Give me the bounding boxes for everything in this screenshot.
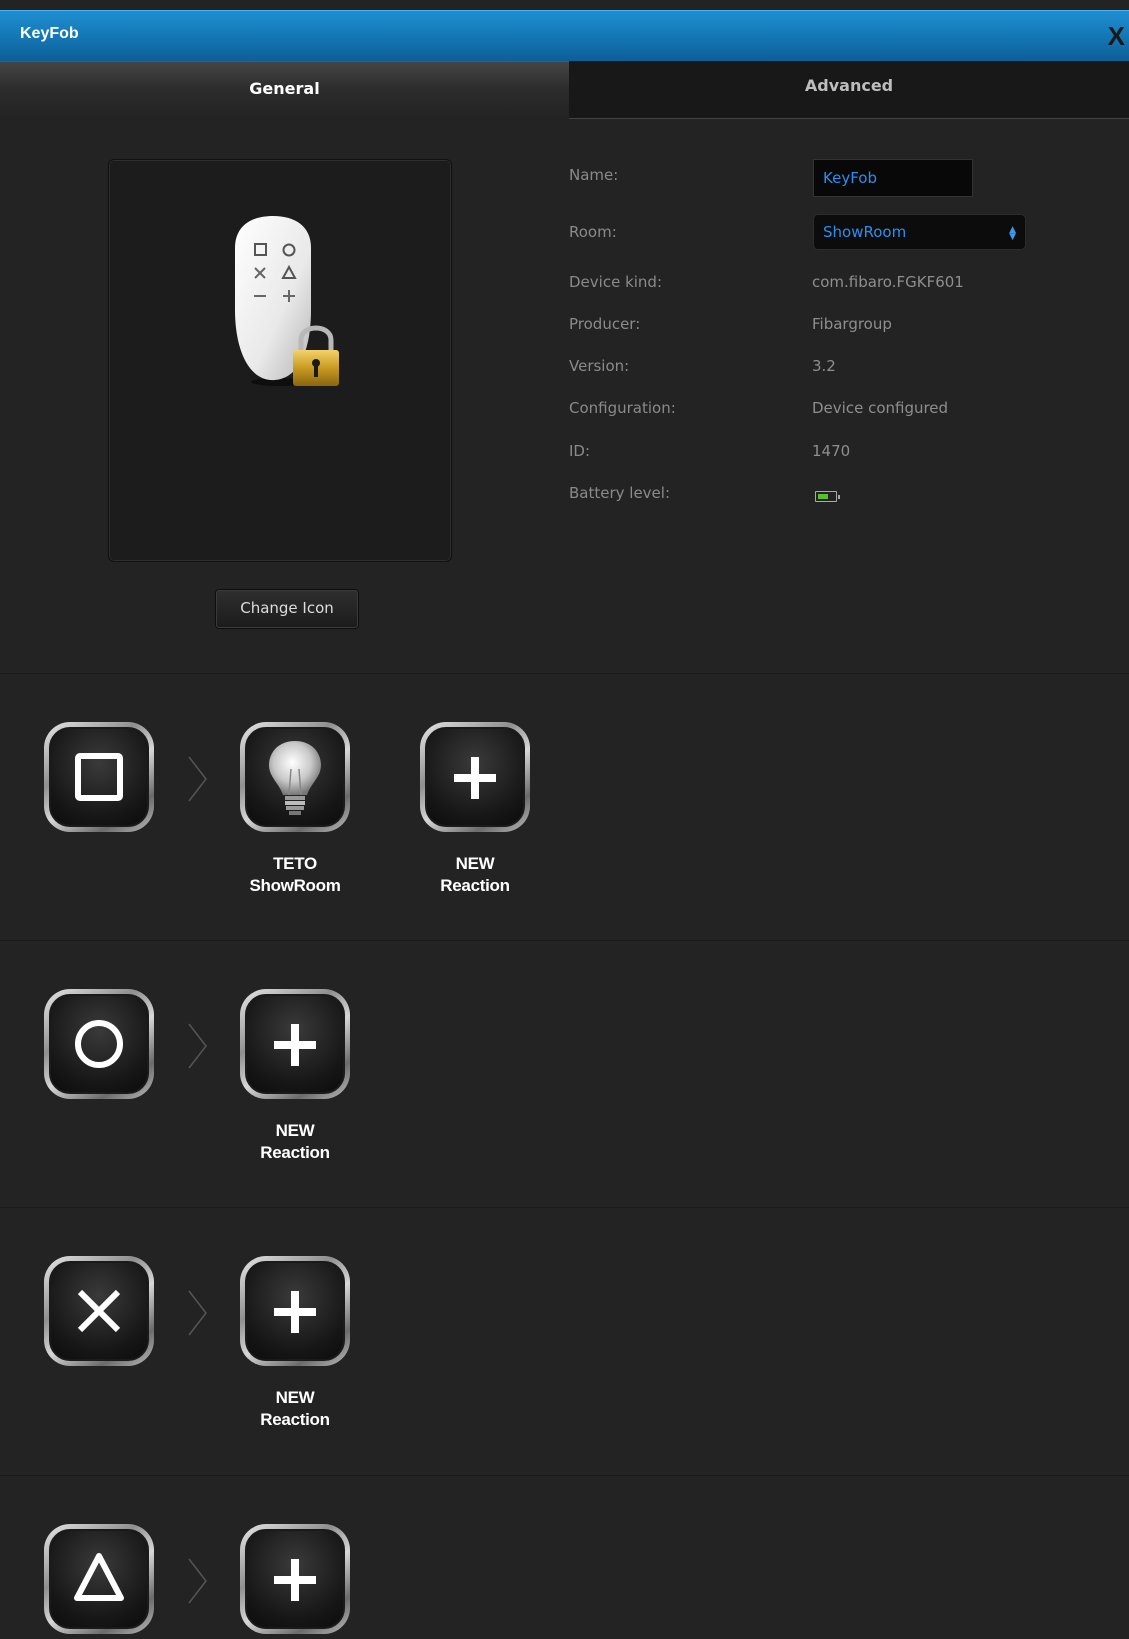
id-label: ID:: [569, 442, 591, 460]
property-battery-row: Battery level:: [569, 478, 1129, 518]
square-icon: [75, 753, 123, 801]
property-device-kind-row: Device kind: com.fibaro.FGKF601: [569, 267, 1129, 307]
section-divider: [0, 1207, 1129, 1208]
reaction-room: ShowRoom: [249, 876, 341, 895]
room-label: Room:: [569, 223, 617, 241]
battery-icon: [815, 491, 840, 502]
producer-value: Fibargroup: [812, 315, 892, 333]
reaction-teto-button[interactable]: [240, 722, 350, 832]
plus-icon: [274, 1559, 316, 1601]
battery-label: Battery level:: [569, 484, 671, 502]
reaction-teto-label: TETO ShowRoom: [215, 853, 375, 897]
circle-icon: [75, 1020, 123, 1068]
property-producer-row: Producer: Fibargroup: [569, 309, 1129, 349]
cross-icon: [77, 1289, 121, 1333]
id-value: 1470: [812, 442, 851, 460]
tab-advanced[interactable]: Advanced: [569, 61, 1129, 119]
tab-general-label: General: [249, 79, 320, 98]
version-value: 3.2: [812, 357, 836, 375]
chevron-right-icon: [188, 1290, 207, 1336]
property-name-row: Name:: [569, 159, 1129, 200]
room-select-value: ShowRoom: [823, 223, 907, 241]
section-divider: [0, 673, 1129, 674]
room-select[interactable]: ShowRoom ▲ ▼: [813, 214, 1026, 250]
new-reaction-label: NEW Reaction: [215, 1387, 375, 1431]
property-version-row: Version: 3.2: [569, 351, 1129, 391]
chevron-right-icon: [188, 1023, 207, 1069]
device-icon-panel: [108, 159, 452, 562]
new-reaction-line2: Reaction: [260, 1410, 330, 1429]
plus-icon: [274, 1291, 316, 1333]
version-label: Version:: [569, 357, 630, 375]
triangle-icon: [74, 1553, 124, 1601]
close-button[interactable]: X: [1108, 23, 1125, 49]
configuration-value: Device configured: [812, 399, 949, 417]
section-divider: [0, 940, 1129, 941]
trigger-square-button[interactable]: [44, 722, 154, 832]
device-kind-value: com.fibaro.FGKF601: [812, 273, 964, 291]
plus-icon: [274, 1024, 316, 1066]
name-input[interactable]: [813, 159, 973, 197]
tab-bar: General Advanced: [0, 61, 1129, 120]
trigger-cross-button[interactable]: [44, 1256, 154, 1366]
new-reaction-button[interactable]: [240, 1524, 350, 1634]
trigger-triangle-button[interactable]: [44, 1524, 154, 1634]
configuration-label: Configuration:: [569, 399, 676, 417]
producer-label: Producer:: [569, 315, 641, 333]
property-configuration-row: Configuration: Device configured: [569, 393, 1129, 433]
new-reaction-button[interactable]: [240, 1256, 350, 1366]
new-reaction-line1: NEW: [275, 1388, 315, 1407]
window-titlebar: KeyFob X: [0, 10, 1129, 61]
new-reaction-line2: Reaction: [440, 876, 510, 895]
new-reaction-line2: Reaction: [260, 1143, 330, 1162]
new-reaction-line1: NEW: [275, 1121, 315, 1140]
name-label: Name:: [569, 166, 619, 184]
window-title: KeyFob: [20, 25, 79, 42]
trigger-circle-button[interactable]: [44, 989, 154, 1099]
new-reaction-label: NEW Reaction: [395, 853, 555, 897]
reaction-name: TETO: [273, 854, 317, 873]
plus-icon: [454, 757, 496, 799]
chevron-right-icon: [188, 756, 207, 802]
new-reaction-button[interactable]: [420, 722, 530, 832]
new-reaction-button[interactable]: [240, 989, 350, 1099]
tab-advanced-label: Advanced: [804, 76, 894, 95]
lightbulb-icon: [269, 741, 321, 815]
chevron-right-icon: [188, 1558, 207, 1604]
new-reaction-line1: NEW: [455, 854, 495, 873]
tab-general[interactable]: General: [0, 61, 569, 120]
property-room-row: Room: ShowRoom ▲ ▼: [569, 214, 1129, 257]
new-reaction-label: NEW Reaction: [215, 1120, 375, 1164]
change-icon-button[interactable]: Change Icon: [216, 590, 358, 628]
device-kind-label: Device kind:: [569, 273, 663, 291]
keyfob-device-icon: [235, 216, 339, 386]
section-divider: [0, 1475, 1129, 1476]
property-id-row: ID: 1470: [569, 436, 1129, 476]
